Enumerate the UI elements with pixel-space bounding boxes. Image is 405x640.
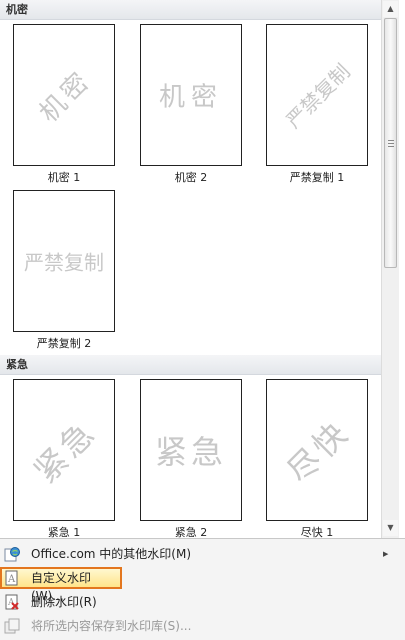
watermark-text: 紧急 [154,433,228,471]
watermark-tile-do-not-copy-1[interactable]: 严禁复制 严禁复制 1 [259,24,375,189]
watermark-menu: Office.com 中的其他水印(M) ▶ A 自定义水印(W)... A 删… [0,538,405,640]
submenu-arrow-icon: ▶ [383,550,389,558]
page-preview: 机密 [140,24,242,166]
tile-caption: 机密 1 [47,171,81,184]
tile-caption: 紧急 1 [47,526,81,538]
watermark-tile-urgent-1[interactable]: 紧急 紧急 1 [6,379,122,538]
page-preview: 严禁复制 [13,190,115,332]
tile-caption: 尽快 1 [300,526,334,538]
delete-watermark-icon: A [5,594,19,610]
menu-item-more-watermarks[interactable]: Office.com 中的其他水印(M) ▶ [0,543,390,565]
grip-line [388,146,394,147]
menu-item-label: 删除水印(R) [31,595,97,609]
save-to-gallery-icon [4,618,20,634]
watermark-tile-asap-1[interactable]: 尽快 尽快 1 [259,379,375,538]
watermark-text: 机密 [158,82,224,113]
scroll-up-arrow-icon[interactable]: ▲ [383,1,398,17]
watermark-tile-confidential-1[interactable]: 机密 机密 1 [6,24,122,189]
menu-item-remove-watermark[interactable]: A 删除水印(R) [0,591,390,613]
tile-caption: 严禁复制 1 [289,171,345,184]
grip-line [388,140,394,141]
menu-item-label: Office.com 中的其他水印(M) [31,547,192,561]
page-preview: 严禁复制 [266,24,368,166]
vertical-scrollbar[interactable]: ▲ ▼ [381,0,399,538]
menu-item-label: 将所选内容保存到水印库(S)... [31,619,192,633]
watermark-tile-confidential-2[interactable]: 机密 机密 2 [133,24,249,189]
menu-item-custom-watermark[interactable]: A 自定义水印(W)... [0,567,122,603]
watermark-text: 紧急 [26,412,105,491]
watermark-tile-do-not-copy-2[interactable]: 严禁复制 严禁复制 2 [6,190,122,355]
tile-caption: 机密 2 [174,171,208,184]
menu-item-save-to-gallery[interactable]: 将所选内容保存到水印库(S)... [0,615,390,637]
scroll-down-arrow-icon[interactable]: ▼ [383,520,398,536]
watermark-text: 机密 [33,64,98,129]
watermark-gallery: 机密 机密 机密 1 机密 机密 2 严禁复制 严禁复制 1 严禁复制 严禁复制… [0,0,381,538]
page-preview: 紧急 [13,379,115,521]
watermark-text: 严禁复制 [281,59,355,133]
section-header-urgent: 紧急 [0,355,381,375]
globe-icon [4,547,20,562]
svg-text:A: A [7,574,16,585]
tile-caption: 严禁复制 2 [36,337,92,350]
watermark-text: 严禁复制 [24,250,104,275]
watermark-tile-urgent-2[interactable]: 紧急 紧急 2 [133,379,249,538]
scroll-thumb[interactable] [384,18,397,268]
watermark-text: 尽快 [279,412,358,491]
page-preview: 尽快 [266,379,368,521]
page-preview: 机密 [13,24,115,166]
watermark-icon: A [5,570,18,586]
section-header-confidential: 机密 [0,0,381,20]
tile-caption: 紧急 2 [174,526,208,538]
page-preview: 紧急 [140,379,242,521]
grip-line [388,143,394,144]
